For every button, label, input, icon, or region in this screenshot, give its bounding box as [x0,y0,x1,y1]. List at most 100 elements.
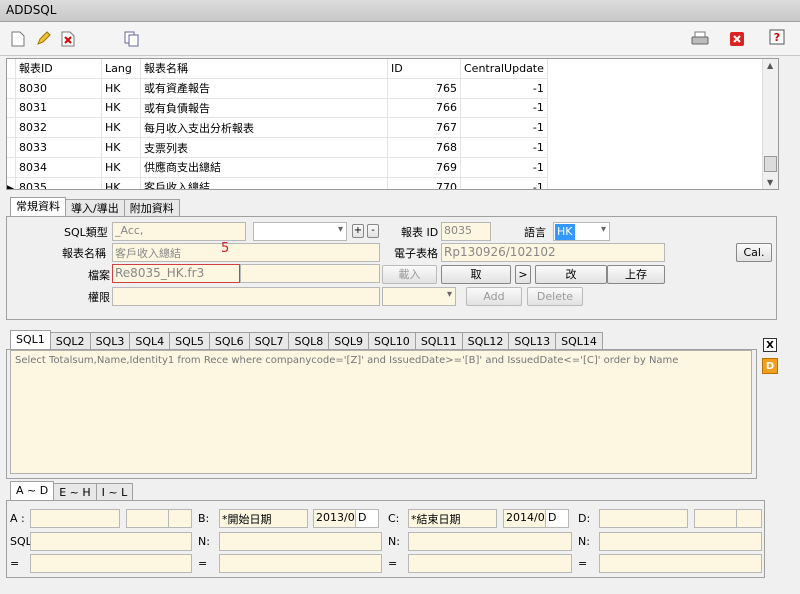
sql-type-dropdown[interactable] [253,222,347,241]
copy-icon[interactable] [122,29,142,49]
param-d-type[interactable] [736,509,762,528]
table-cell[interactable]: 8034 [15,157,102,178]
table-cell[interactable]: 8035 [15,177,102,189]
row-selector[interactable] [7,98,16,119]
close-red-icon[interactable] [727,29,747,49]
cal-button[interactable]: Cal. [736,243,772,262]
param-d-field[interactable] [599,509,688,528]
table-cell[interactable]: HK [101,157,141,178]
file-field[interactable]: Re8035_HK.fr3 [112,264,240,283]
table-cell[interactable]: 每月收入支出分析報表 [140,117,388,139]
spreadsheet-field[interactable]: Rp130926/102102 [441,243,665,262]
load-button[interactable]: 載入 [382,265,437,284]
tab-general[interactable]: 常規資料 [10,197,66,218]
table-cell[interactable]: 8032 [15,117,102,139]
param-d-date[interactable] [694,509,738,528]
table-cell[interactable]: 766 [387,98,461,119]
new-document-icon[interactable] [8,29,28,49]
minus-button[interactable]: - [367,224,379,238]
edit-button[interactable]: 改 [535,265,607,284]
d-button[interactable]: D [762,358,778,374]
param-c-field[interactable]: *結束日期 [408,509,497,528]
param-c-date[interactable]: 2014/0 [503,509,547,528]
table-cell[interactable]: 供應商支出總結 [140,157,388,178]
column-header[interactable]: 報表名稱 [140,59,388,79]
grid-vertical-scrollbar[interactable]: ▲ ▼ [762,59,778,189]
table-cell[interactable]: -1 [460,157,548,178]
param-eq-field-b[interactable] [219,554,382,573]
plus-button[interactable]: + [352,224,364,238]
param-b-field[interactable]: *開始日期 [219,509,308,528]
column-header[interactable]: CentralUpdate [460,59,548,79]
table-cell[interactable]: -1 [460,117,548,139]
row-selector[interactable] [7,78,16,99]
row-selector[interactable] [7,157,16,178]
permission-dropdown[interactable] [382,287,456,306]
help-icon[interactable]: ? [767,27,787,47]
column-header[interactable]: Lang [101,59,141,79]
scroll-up-icon[interactable]: ▲ [767,61,773,70]
table-cell[interactable]: HK [101,78,141,99]
table-cell[interactable]: 客戶收入總結 [140,177,388,189]
table-cell[interactable]: 8031 [15,98,102,119]
param-b-date[interactable]: 2013/0 [313,509,357,528]
table-cell[interactable]: HK [101,137,141,158]
edit-pencil-icon[interactable] [33,29,53,49]
table-cell[interactable]: -1 [460,177,548,189]
delete-button[interactable]: Delete [527,287,583,306]
table-cell[interactable]: -1 [460,78,548,99]
scroll-down-icon[interactable]: ▼ [767,178,773,187]
table-row[interactable]: 8032 HK 每月收入支出分析報表 767 -1 [7,117,548,139]
language-dropdown[interactable]: HK [553,222,610,241]
report-id-field[interactable]: 8035 [441,222,491,241]
table-cell[interactable]: 或有負債報告 [140,98,388,119]
row-selector[interactable]: ▶ [7,177,16,189]
permission-field[interactable] [112,287,380,306]
table-cell[interactable]: 支票列表 [140,137,388,158]
add-button[interactable]: Add [466,287,522,306]
scroll-thumb[interactable] [764,156,777,172]
table-cell[interactable]: 8033 [15,137,102,158]
table-cell[interactable]: HK [101,98,141,119]
tab-a-d[interactable]: A ~ D [10,481,55,502]
upload-button[interactable]: 上存 [607,265,665,284]
table-cell[interactable]: 769 [387,157,461,178]
table-cell[interactable]: HK [101,177,141,189]
param-a-date[interactable] [126,509,170,528]
table-cell[interactable]: 765 [387,78,461,99]
report-name-field[interactable]: 客戶收入總結 [112,243,380,262]
table-row[interactable]: 8031 HK 或有負債報告 766 -1 [7,98,548,119]
table-row[interactable]: 8030 HK 或有資產報告 765 -1 [7,78,548,99]
column-header[interactable]: ID [387,59,461,79]
print-icon[interactable] [690,29,710,49]
table-cell[interactable]: HK [101,117,141,139]
param-eq-field-c[interactable] [408,554,572,573]
row-selector[interactable] [7,117,16,139]
param-c-type[interactable]: D [545,509,569,528]
param-b-type[interactable]: D [355,509,379,528]
take-button[interactable]: 取 [441,265,511,284]
param-n-field-d[interactable] [599,532,762,551]
param-eq-field-d[interactable] [599,554,762,573]
param-n-field-c[interactable] [408,532,572,551]
table-cell[interactable]: 767 [387,117,461,139]
table-cell[interactable]: 768 [387,137,461,158]
sql-type-field[interactable]: _Acc, [112,222,246,241]
report-grid[interactable]: 報表ID Lang 報表名稱 ID CentralUpdate 8030 HK 或有… [6,58,779,190]
param-n-field-b[interactable] [219,532,382,551]
file-field-extension[interactable] [240,264,380,283]
param-a-type[interactable] [168,509,192,528]
table-cell[interactable]: -1 [460,98,548,119]
table-cell[interactable]: -1 [460,137,548,158]
table-row[interactable]: 8034 HK 供應商支出總結 769 -1 [7,157,548,178]
table-cell[interactable]: 770 [387,177,461,189]
table-row[interactable]: 8033 HK 支票列表 768 -1 [7,137,548,158]
sql-text-area[interactable]: Select Totalsum,Name,Identity1 from Rece… [10,350,752,474]
tab-sql1[interactable]: SQL1 [10,330,51,351]
clear-x-button[interactable]: X [763,338,777,352]
table-row[interactable]: ▶ 8035 HK 客戶收入總結 770 -1 [7,177,548,189]
table-cell[interactable]: 8030 [15,78,102,99]
delete-document-icon[interactable] [58,29,78,49]
param-eq-field-a[interactable] [30,554,192,573]
arrow-button[interactable]: > [515,265,531,284]
